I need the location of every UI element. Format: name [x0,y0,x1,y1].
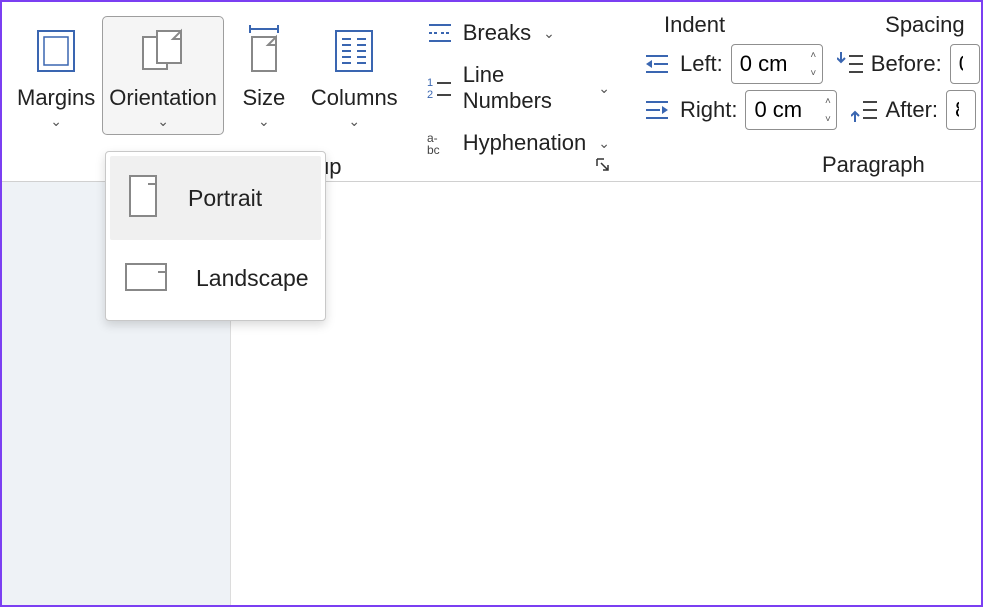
landscape-icon [124,258,172,298]
indent-right-icon [646,98,674,122]
margins-label: Margins [17,85,95,111]
portrait-icon [124,174,164,222]
orientation-landscape-label: Landscape [196,265,309,292]
orientation-button[interactable]: Orientation ⌄ [102,16,224,135]
chevron-down-icon: ⌄ [543,25,555,42]
spacing-before-input[interactable] [951,51,971,77]
spin-up[interactable]: ˄ [819,92,836,110]
orientation-landscape-item[interactable]: Landscape [110,240,321,316]
line-numbers-button[interactable]: 12 Line Numbers ⌄ [421,58,616,118]
margins-icon [32,23,80,79]
spin-up[interactable]: ˄ [805,46,822,64]
spin-down[interactable]: ˅ [819,110,836,128]
indent-right-label: Right: [680,97,737,123]
columns-button[interactable]: Columns ⌄ [304,16,405,135]
line-numbers-label: Line Numbers [463,62,587,114]
indent-header: Indent [664,12,725,38]
indent-left-label: Left: [680,51,723,77]
document-page[interactable] [230,182,981,605]
indent-left-spinbox[interactable]: ˄˅ [731,44,823,84]
size-button[interactable]: Size ⌄ [224,16,304,135]
spacing-before-icon [837,52,865,76]
spacing-after-label: After: [885,97,938,123]
chevron-down-icon: ⌄ [258,113,270,130]
indent-left-icon [646,52,674,76]
spacing-after-spinbox[interactable] [946,90,976,130]
line-numbers-icon: 12 [427,76,453,100]
orientation-dropdown: Portrait Landscape [105,151,326,321]
spacing-header: Spacing [885,12,965,38]
orientation-portrait-item[interactable]: Portrait [110,156,321,240]
spacing-before-label: Before: [871,51,942,77]
svg-text:1: 1 [427,77,433,89]
spacing-before-spinbox[interactable] [950,44,980,84]
page-setup-dialog-launcher[interactable] [595,157,611,173]
indent-right-spinbox[interactable]: ˄˅ [745,90,837,130]
size-icon [240,23,288,79]
svg-text:2: 2 [427,89,433,100]
breaks-icon [427,21,453,45]
hyphenation-button[interactable]: a-bc Hyphenation ⌄ [421,126,616,160]
chevron-down-icon: ⌄ [598,80,610,97]
indent-left-input[interactable] [732,51,804,77]
orientation-portrait-label: Portrait [188,185,262,212]
breaks-button[interactable]: Breaks ⌄ [421,16,616,50]
chevron-down-icon: ⌄ [50,113,62,130]
size-label: Size [242,85,285,111]
hyphenation-label: Hyphenation [463,130,587,156]
breaks-label: Breaks [463,20,531,46]
page-setup-small-buttons: Breaks ⌄ 12 Line Numbers ⌄ a-bc Hyphenat… [413,2,624,181]
paragraph-group-label: Paragraph [822,152,925,178]
margins-button[interactable]: Margins ⌄ [10,16,102,135]
orientation-label: Orientation [109,85,217,111]
spin-down[interactable]: ˅ [805,64,822,82]
orientation-icon [137,23,189,79]
chevron-down-icon: ⌄ [348,113,360,130]
chevron-down-icon: ⌄ [598,135,610,152]
paragraph-group: Indent Spacing Left: ˄˅ [632,2,983,181]
columns-label: Columns [311,85,398,111]
chevron-down-icon: ⌄ [157,113,169,130]
spacing-after-icon [851,98,879,122]
spacing-after-input[interactable] [947,97,967,123]
indent-right-input[interactable] [746,97,818,123]
columns-icon [332,23,376,79]
hyphenation-icon: a-bc [427,130,453,156]
svg-text:bc: bc [427,143,440,156]
